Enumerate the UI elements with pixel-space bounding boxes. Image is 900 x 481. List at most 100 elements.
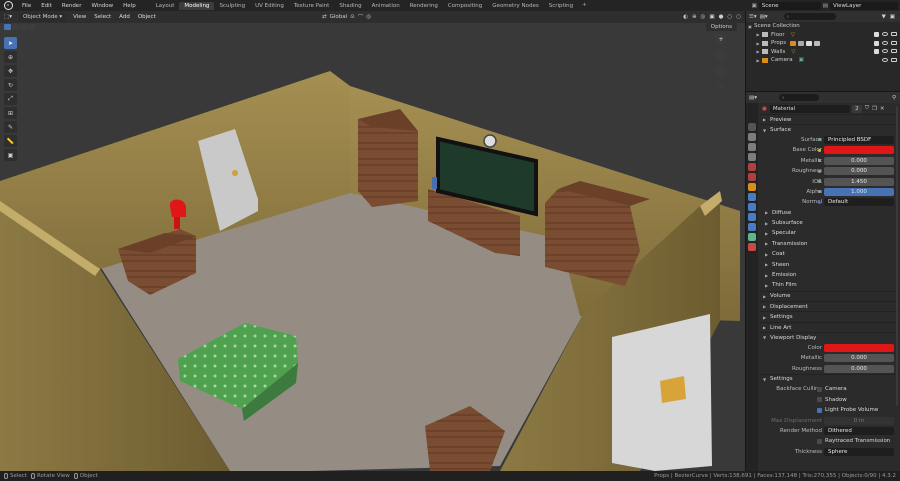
menu-render[interactable]: Render <box>57 3 87 9</box>
light-probe-checkbox[interactable]: Light Probe Volume <box>817 407 878 413</box>
vp-metallic-field[interactable]: 0.000 <box>824 354 894 363</box>
proportional-icon[interactable]: ◎ <box>366 14 371 20</box>
material-tab-icon[interactable] <box>748 243 756 251</box>
eye-icon[interactable] <box>882 32 888 37</box>
subpanel-sheen[interactable]: ▶ Sheen <box>759 259 900 269</box>
duplicate-icon[interactable]: ❐ <box>872 106 877 112</box>
xray-icon[interactable]: ▣ <box>709 14 714 20</box>
subpanel-thin-film[interactable]: ▶ Thin Film <box>759 280 900 290</box>
output-tab-icon[interactable] <box>748 143 756 151</box>
eye-icon[interactable] <box>882 40 888 45</box>
scale-tool-icon[interactable]: ⤢ <box>4 93 17 105</box>
expand-icon[interactable]: ▶ <box>754 32 762 37</box>
outliner-editor-icon[interactable]: ☰▾ <box>749 14 757 20</box>
thickness-dropdown[interactable]: Sphere <box>824 447 894 456</box>
transform-orientation[interactable]: Global <box>330 14 348 20</box>
menu-file[interactable]: File <box>17 3 36 9</box>
subpanel-coat[interactable]: ▶ Coat <box>759 249 900 259</box>
material-users-count[interactable]: 2 <box>851 104 862 113</box>
annotate-tool-icon[interactable]: ✎ <box>4 121 17 133</box>
roughness-field[interactable]: 0.000 <box>824 167 894 176</box>
transform-tool-icon[interactable]: ⊞ <box>4 107 17 119</box>
tab-texture-paint[interactable]: Texture Paint <box>289 2 335 10</box>
shading-solid-icon[interactable]: ● <box>719 14 724 20</box>
select-invert-icon[interactable] <box>28 24 35 30</box>
properties-scrollbar[interactable] <box>896 106 898 406</box>
view-layer-selector[interactable]: ViewLayer <box>830 1 898 10</box>
ior-field[interactable]: 1.450 <box>824 177 894 186</box>
exclude-checkbox[interactable] <box>874 49 879 55</box>
lamp[interactable] <box>169 199 186 218</box>
alpha-field[interactable]: 1.000 <box>824 187 894 196</box>
panel-surface[interactable]: ▼ Surface <box>759 124 900 134</box>
filter-icon[interactable]: ▼ <box>882 14 886 20</box>
shadow-checkbox[interactable]: Shadow <box>817 397 847 403</box>
panel-viewport-display[interactable]: ▼ Viewport Display <box>759 332 900 342</box>
display-mode-icon[interactable]: ▤▾ <box>760 14 768 20</box>
expand-icon[interactable]: ▶ <box>754 58 762 63</box>
tab-sculpting[interactable]: Sculpting <box>214 2 250 10</box>
new-collection-icon[interactable]: ▣ <box>890 14 895 20</box>
menu-edit[interactable]: Edit <box>36 3 57 9</box>
tab-compositing[interactable]: Compositing <box>443 2 487 10</box>
tool-tab-icon[interactable] <box>748 123 756 131</box>
blender-logo-icon[interactable] <box>4 1 13 10</box>
exclude-checkbox[interactable] <box>874 32 879 38</box>
mode-selector[interactable]: Object Mode ▾ <box>18 12 67 22</box>
scene-render[interactable] <box>0 11 745 471</box>
subpanel-specular[interactable]: ▶ Specular <box>759 228 900 238</box>
measure-tool-icon[interactable]: 📏 <box>4 135 17 147</box>
shading-material-icon[interactable]: ○ <box>727 14 732 20</box>
scene-tab-icon[interactable] <box>748 163 756 171</box>
outliner-item-props[interactable]: ▶ Props <box>746 39 900 48</box>
tab-scripting[interactable]: Scripting <box>544 2 578 10</box>
raytraced-checkbox[interactable]: Raytraced Transmission <box>817 438 890 444</box>
outliner-item-floor[interactable]: ▶ Floor ▽ <box>746 31 900 40</box>
tab-layout[interactable]: Layout <box>151 2 180 10</box>
constraints-tab-icon[interactable] <box>748 223 756 231</box>
object-tab-icon[interactable] <box>748 183 756 191</box>
visibility-icon[interactable]: ◐ <box>683 14 688 20</box>
material-name-field[interactable]: Material <box>769 104 850 113</box>
modifiers-tab-icon[interactable] <box>748 193 756 201</box>
select-subtract-icon[interactable] <box>20 24 27 30</box>
tab-rendering[interactable]: Rendering <box>405 2 443 10</box>
scene-selector[interactable]: Scene <box>758 1 821 10</box>
overlay-icon[interactable]: ◎ <box>701 14 706 20</box>
particles-tab-icon[interactable] <box>748 203 756 211</box>
max-displacement-field[interactable]: 0 m <box>824 416 894 425</box>
surface-shader-field[interactable]: Principled BSDF <box>824 135 894 144</box>
add-cube-tool-icon[interactable]: ▣ <box>4 149 17 161</box>
select-tool-icon[interactable]: ➤ <box>4 37 17 49</box>
editor-type-icon[interactable]: ⬚▾ <box>0 14 16 20</box>
subpanel-emission[interactable]: ▶ Emission <box>759 270 900 280</box>
panel-displacement[interactable]: ▶ Displacement <box>759 301 900 311</box>
pivot-icon[interactable]: ⊙ <box>350 14 355 20</box>
navigation-gizmo[interactable]: + <box>711 31 731 91</box>
outliner-item-walls[interactable]: ▶ Walls ▽ <box>746 48 900 57</box>
camera-render-icon[interactable] <box>891 49 897 54</box>
vp-roughness-field[interactable]: 0.000 <box>824 364 894 373</box>
add-workspace-icon[interactable]: + <box>578 2 591 10</box>
base-color-swatch[interactable] <box>824 146 894 155</box>
expand-icon[interactable]: ▶ <box>754 49 762 54</box>
cursor-tool-icon[interactable]: ⊕ <box>4 51 17 63</box>
panel-volume[interactable]: ▶ Volume <box>759 290 900 301</box>
exclude-checkbox[interactable] <box>874 40 879 46</box>
menu-object[interactable]: Object <box>134 14 160 20</box>
subpanel-subsurface[interactable]: ▶ Subsurface <box>759 218 900 228</box>
eye-icon[interactable] <box>882 58 888 63</box>
tab-modeling[interactable]: Modeling <box>179 1 215 10</box>
fake-user-icon[interactable]: ⛉ <box>865 105 869 112</box>
camera-render-icon[interactable] <box>891 58 897 63</box>
options-button[interactable]: Options <box>705 23 737 31</box>
subpanel-diffuse[interactable]: ▶ Diffuse <box>759 208 900 218</box>
panel-settings[interactable]: ▶ Settings <box>759 311 900 321</box>
camera-render-icon[interactable] <box>891 32 897 37</box>
properties-editor-icon[interactable]: ▤▾ <box>749 95 757 101</box>
move-tool-icon[interactable]: ✥ <box>4 65 17 77</box>
menu-select[interactable]: Select <box>90 14 115 20</box>
panel-settings-sub[interactable]: ▼ Settings <box>759 373 900 384</box>
panel-preview[interactable]: ▶ Preview <box>759 114 900 124</box>
camera-render-icon[interactable] <box>891 40 897 45</box>
